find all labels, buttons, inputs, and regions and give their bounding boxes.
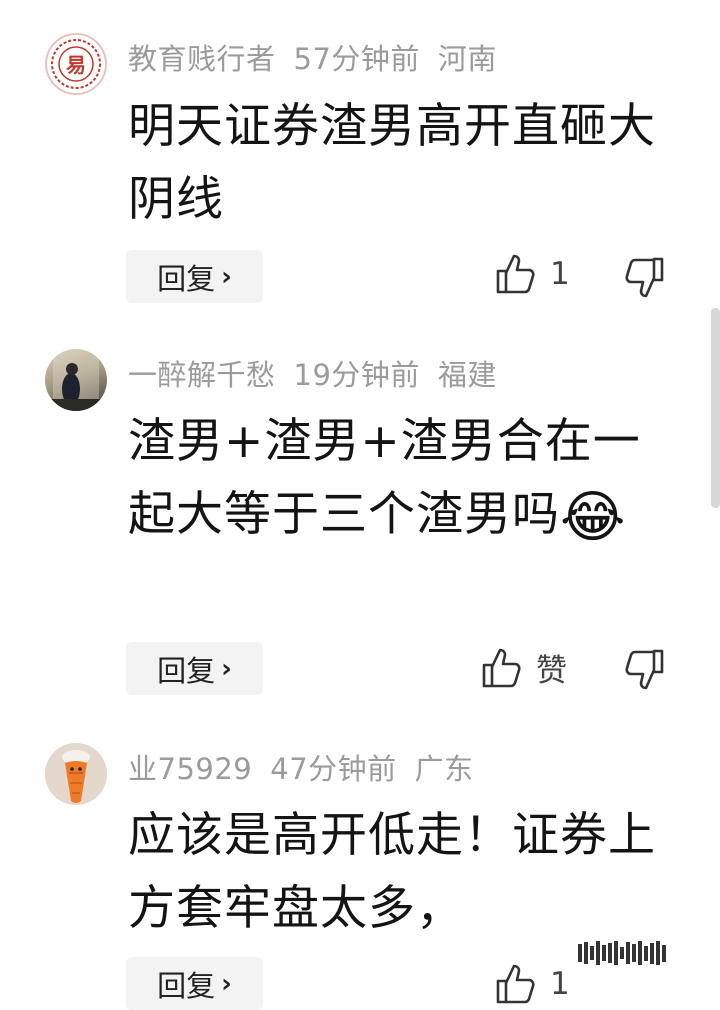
comment-meta: 业75929 47分钟前 广东 xyxy=(128,746,492,788)
carrot-icon xyxy=(45,743,107,805)
chevron-right-icon: › xyxy=(221,653,232,684)
timestamp: 19分钟前 xyxy=(293,358,420,392)
reply-label: 回复 xyxy=(157,653,216,688)
thumbs-up-icon xyxy=(482,648,521,687)
dislike-button[interactable] xyxy=(624,256,668,304)
username[interactable]: 业75929 xyxy=(128,752,252,786)
comment-text: 明天证券渣男高开直砸大阴线 xyxy=(128,99,656,227)
chevron-right-icon: › xyxy=(221,968,232,999)
thumbs-down-icon xyxy=(625,257,664,298)
avatar-glyph: 易 xyxy=(66,53,86,77)
avatar[interactable] xyxy=(45,349,107,411)
scrollbar[interactable] xyxy=(711,308,720,508)
reply-button[interactable]: 回复 › xyxy=(126,642,263,695)
location: 广东 xyxy=(414,752,474,786)
username[interactable]: 教育贱行者 xyxy=(128,42,276,76)
comment-meta: 教育贱行者 57分钟前 河南 xyxy=(128,36,515,78)
reply-button[interactable]: 回复 › xyxy=(126,250,263,303)
thumbs-down-icon xyxy=(625,649,664,690)
like-count: 1 xyxy=(550,256,570,292)
dislike-button[interactable] xyxy=(624,648,668,696)
person-photo-icon xyxy=(45,349,107,411)
seal-logo-icon: 易 xyxy=(49,37,103,91)
chevron-right-icon: › xyxy=(221,261,232,292)
location: 福建 xyxy=(437,358,497,392)
reply-label: 回复 xyxy=(157,261,216,296)
thumbs-up-icon xyxy=(496,254,535,294)
comment-text: 应该是高开低走！证券上方套牢盘太多， xyxy=(128,808,656,936)
comment-text: 渣男+渣男+渣男合在一起大等于三个渣男吗😂 xyxy=(128,405,688,554)
like-button[interactable]: 赞 xyxy=(480,645,567,690)
avatar[interactable] xyxy=(45,743,107,805)
avatar[interactable]: 易 xyxy=(45,33,107,95)
thumbs-up-icon xyxy=(496,964,535,1004)
watermark-logo xyxy=(578,940,708,966)
comment-meta: 一醉解千愁 19分钟前 福建 xyxy=(128,352,515,394)
location: 河南 xyxy=(437,42,497,76)
username[interactable]: 一醉解千愁 xyxy=(128,358,276,392)
timestamp: 47分钟前 xyxy=(270,752,397,786)
like-label: 赞 xyxy=(536,653,567,689)
reply-label: 回复 xyxy=(157,968,216,1003)
timestamp: 57分钟前 xyxy=(293,42,420,76)
reply-button[interactable]: 回复 › xyxy=(126,957,263,1010)
like-button[interactable]: 1 xyxy=(494,252,570,296)
laughing-emoji-icon: 😂 xyxy=(560,485,627,550)
like-button[interactable]: 1 xyxy=(494,962,570,1006)
like-count: 1 xyxy=(550,966,570,1002)
